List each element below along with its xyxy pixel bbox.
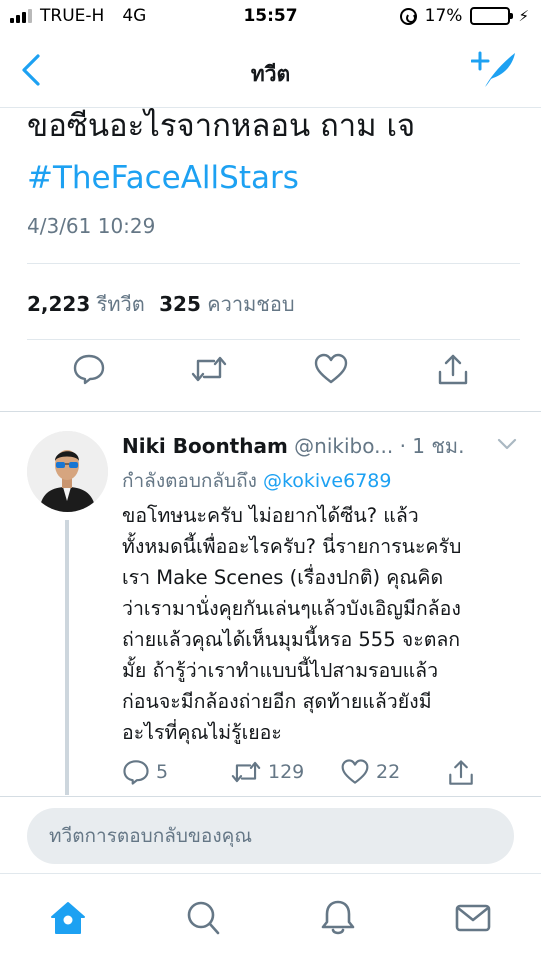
battery-icon — [470, 7, 514, 25]
likes-label[interactable]: ความชอบ — [207, 292, 294, 316]
tweet-actions — [0, 352, 541, 402]
retweet-icon — [191, 356, 227, 382]
charging-bolt-icon: ⚡ — [518, 7, 529, 25]
reply-text-line: ก่อนจะมีกล้องถ่ายอีก สุดท้ายแล้วยังมี — [122, 690, 432, 713]
battery-percent: 17% — [424, 6, 463, 26]
reply-author-name[interactable]: Niki Boontham — [122, 434, 288, 458]
share-button[interactable] — [436, 352, 470, 388]
reply-retweet-button[interactable]: 129 — [230, 758, 304, 786]
reply-icon — [73, 354, 105, 385]
tweet-timestamp: 4/3/61 10:29 — [27, 214, 156, 238]
reply-text: ขอโทษนะครับ ไม่อยากได้ซีน? แล้ว ทั้งหมดน… — [122, 500, 522, 748]
tab-bar — [0, 873, 541, 960]
reply-text-line: มั้ย ถ้ารู้ว่าเราทำแบบนี้ไปสามรอบแล้ว — [122, 659, 439, 682]
messages-icon[interactable] — [453, 898, 493, 938]
heart-icon — [314, 353, 348, 384]
like-button[interactable] — [313, 352, 349, 386]
reply-author-handle[interactable]: @nikibo... — [294, 434, 393, 458]
replying-to: กำลังตอบกลับถึง @kokive6789 — [122, 466, 391, 496]
nav-bar: ทวีต — [0, 34, 541, 108]
likes-count[interactable]: 325 — [159, 292, 201, 316]
reply-text-line: อะไรที่คุณไม่รู้เยอะ — [122, 721, 282, 744]
reply-text-line: ว่าเรามานั่งคุยกันเล่นๆแล้วบังเอิญมีกล้อ… — [122, 597, 461, 620]
search-icon[interactable] — [183, 898, 223, 938]
notifications-icon[interactable] — [318, 898, 358, 938]
reply-like-button[interactable]: 22 — [340, 758, 400, 786]
status-right: 17% ⚡ — [399, 6, 529, 26]
retweets-count[interactable]: 2,223 — [27, 292, 90, 316]
rotation-lock-icon — [399, 7, 417, 25]
reply-input[interactable] — [27, 808, 514, 864]
thread-line — [65, 520, 69, 795]
heart-icon — [341, 759, 369, 784]
reply-text-line: เรา Make Scenes (เรื่องปกติ) คุณคิด — [122, 566, 444, 589]
share-icon — [438, 354, 468, 385]
compose-tweet-icon[interactable] — [470, 50, 517, 90]
reply-composer[interactable] — [27, 808, 514, 864]
tweet-stats: 2,223 รีทวีต 325 ความชอบ — [27, 288, 295, 320]
reply-text-line: ขอโทษนะครับ ไม่อยากได้ซีน? แล้ว — [122, 504, 419, 527]
retweet-icon — [231, 761, 261, 783]
reply-actions: 5 129 22 — [0, 758, 541, 808]
divider — [0, 411, 541, 412]
page-title: ทวีต — [250, 62, 291, 86]
reply-text-line: ถ่ายแล้วคุณได้เห็นมุมนี้หรอ 555 จะตลก — [122, 628, 461, 651]
reply-count: 5 — [156, 761, 169, 783]
chevron-down-icon[interactable] — [497, 436, 517, 450]
retweet-button[interactable] — [190, 352, 228, 386]
retweet-count: 129 — [268, 761, 305, 783]
reply-icon — [123, 760, 149, 785]
home-icon[interactable] — [48, 898, 88, 938]
avatar[interactable] — [27, 431, 108, 512]
mention-link[interactable]: @kokive6789 — [263, 470, 392, 492]
hashtag-link[interactable]: #TheFaceAllStars — [27, 152, 517, 204]
reply-time: · 1 ชม. — [399, 434, 465, 458]
status-bar: TRUE-H 4G 15:57 17% ⚡ — [0, 0, 541, 34]
reply-reply-button[interactable]: 5 — [122, 758, 168, 786]
reply-header: Niki Boontham @nikibo... · 1 ชม. — [122, 430, 522, 462]
divider — [0, 796, 541, 797]
tweet-text-line: ขอซีนอะไรจากหลอน ถาม เจ — [27, 108, 416, 144]
divider — [27, 263, 520, 264]
share-icon — [449, 760, 473, 785]
replying-to-label: กำลังตอบกลับถึง — [122, 470, 257, 492]
reply-share-button[interactable] — [447, 758, 475, 788]
like-count: 22 — [376, 761, 401, 783]
divider — [27, 339, 520, 340]
tweet-text: ขอซีนอะไรจากหลอน ถาม เจ #TheFaceAllStars — [27, 100, 517, 204]
reply-text-line: ทั้งหมดนี้เพื่ออะไรครับ? นี่รายการนะครับ — [122, 535, 462, 558]
reply-button[interactable] — [72, 352, 106, 386]
retweets-label[interactable]: รีทวีต — [97, 292, 145, 316]
